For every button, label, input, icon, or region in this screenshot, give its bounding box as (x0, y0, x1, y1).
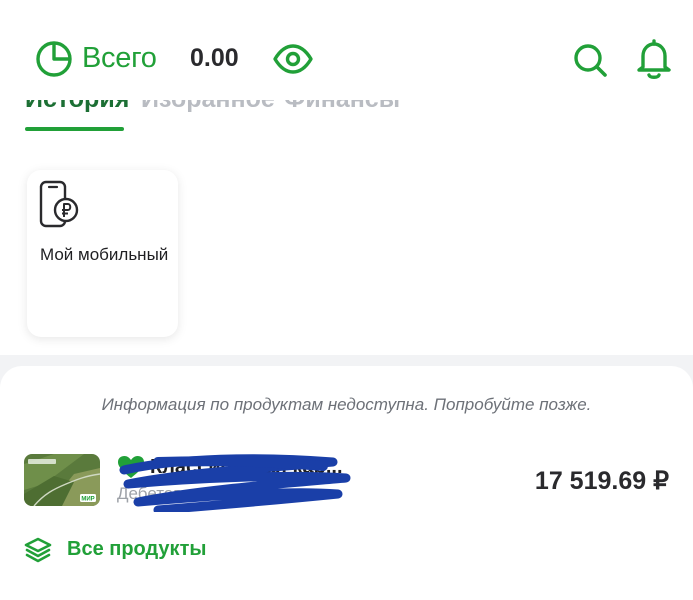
products-card: Информация по продуктам недоступна. Попр… (0, 366, 693, 600)
total-label[interactable]: Всего (82, 42, 157, 75)
search-icon[interactable] (572, 42, 608, 78)
phone-ruble-icon (39, 180, 79, 228)
products-unavailable-notice: Информация по продуктам недоступна. Попр… (101, 395, 592, 414)
pie-chart-icon[interactable] (35, 40, 73, 78)
payment-system-label: МИР (81, 497, 94, 503)
tab-history[interactable]: История (25, 100, 129, 114)
all-products-button[interactable]: Все продукты (24, 534, 254, 566)
tab-favorites[interactable]: Избранное (141, 100, 275, 114)
bell-icon[interactable] (634, 38, 674, 80)
product-row-card[interactable]: МИР Классическая кар... Дебетовая 17 519… (0, 446, 693, 516)
layers-icon (24, 537, 52, 563)
total-value: 0.00 (190, 44, 239, 72)
card-balance: 17 519.69 ₽ (534, 467, 669, 495)
tab-finances[interactable]: Финансы (284, 100, 400, 114)
top-bar: Всего 0.00 (0, 0, 693, 100)
redaction-scribble (119, 454, 351, 512)
card-thumbnail: МИР (24, 454, 100, 506)
favorite-tile-label: Мой мобильный (40, 245, 169, 264)
tabs-bar: История Избранное Финансы (0, 100, 693, 150)
active-tab-indicator (25, 127, 124, 131)
all-products-label: Все продукты (67, 538, 207, 560)
eye-icon[interactable] (272, 43, 314, 75)
favorite-tile-my-mobile[interactable]: Мой мобильный (27, 170, 178, 337)
